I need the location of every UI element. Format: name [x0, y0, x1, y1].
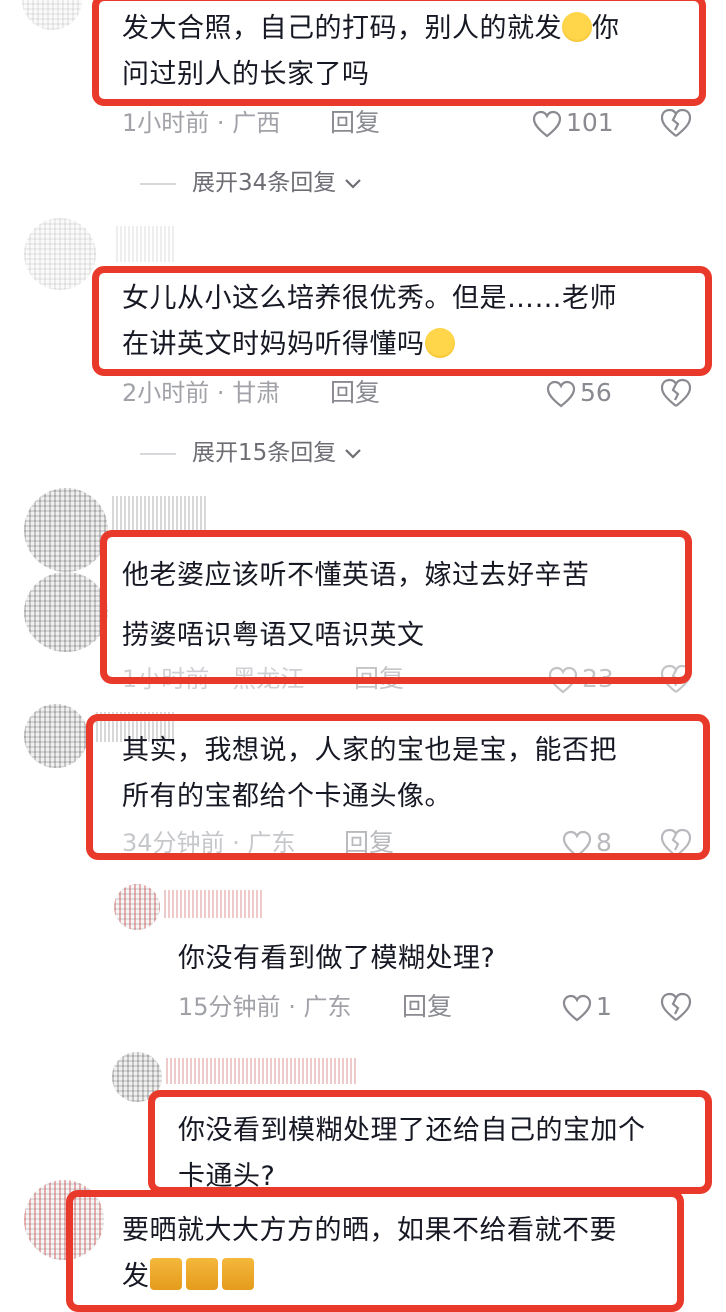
highlight-box	[92, 0, 706, 106]
highlight-box	[86, 714, 710, 860]
username-blurred[interactable]	[116, 226, 176, 262]
avatar[interactable]	[24, 704, 88, 768]
highlight-box	[100, 530, 692, 684]
username-blurred[interactable]	[166, 1058, 356, 1084]
comment-meta: 1小时前 · 广西	[122, 109, 281, 137]
avatar[interactable]	[24, 572, 108, 652]
comment-text: 你没有看到做了模糊处理?	[178, 943, 496, 974]
highlight-box	[66, 1190, 684, 1312]
avatar[interactable]	[22, 0, 82, 30]
username-blurred[interactable]	[164, 890, 264, 918]
dislike-icon[interactable]	[660, 992, 692, 1022]
reply-button[interactable]: 回复	[330, 106, 380, 140]
avatar[interactable]	[24, 218, 96, 290]
chevron-down-icon	[344, 178, 361, 189]
dislike-icon[interactable]	[660, 378, 692, 408]
expand-replies-button[interactable]: 展开15条回复	[140, 436, 362, 470]
avatar[interactable]	[24, 488, 108, 572]
reply-button[interactable]: 回复	[402, 990, 452, 1024]
username-blurred[interactable]	[112, 496, 208, 532]
comment-meta: 2小时前 · 甘肃	[122, 379, 281, 407]
like-button[interactable]: 1	[562, 990, 612, 1024]
divider	[140, 452, 176, 455]
chevron-down-icon	[344, 448, 361, 459]
expand-replies-button[interactable]: 展开34条回复	[140, 166, 362, 200]
comment-meta: 15分钟前 · 广东	[178, 993, 352, 1021]
reply-button[interactable]: 回复	[330, 376, 380, 410]
heart-icon	[562, 994, 592, 1022]
heart-icon	[532, 110, 562, 138]
dislike-icon[interactable]	[660, 108, 692, 138]
avatar[interactable]	[114, 884, 160, 930]
heart-icon	[546, 380, 576, 408]
like-button[interactable]: 101	[532, 106, 614, 140]
highlight-box	[148, 1090, 712, 1194]
highlight-box	[92, 266, 712, 376]
like-button[interactable]: 56	[546, 376, 612, 410]
divider	[140, 182, 176, 185]
